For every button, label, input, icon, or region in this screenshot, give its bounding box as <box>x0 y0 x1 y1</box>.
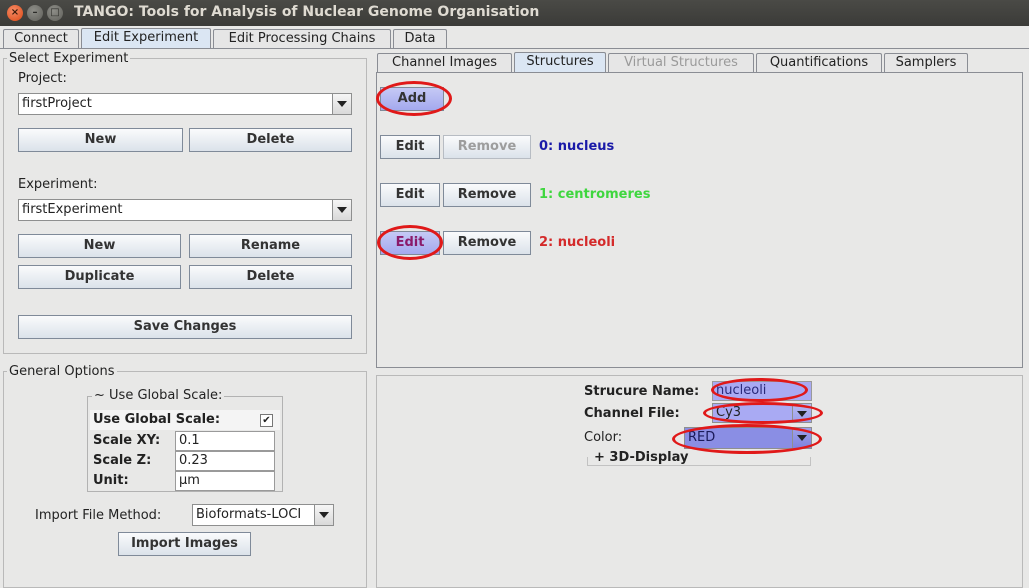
3d-display-toggle[interactable]: + 3D-Display <box>592 450 691 465</box>
color-value: RED <box>688 430 716 445</box>
use-global-scale-checkbox[interactable]: ✔ <box>260 414 273 427</box>
structure-1-label: 1: centromeres <box>539 187 651 202</box>
tab-edit-experiment[interactable]: Edit Experiment <box>81 28 211 49</box>
remove-structure-0-button[interactable]: Remove <box>443 135 531 159</box>
delete-project-button[interactable]: Delete <box>189 128 352 152</box>
tab-quantifications[interactable]: Quantifications <box>756 53 882 73</box>
import-images-button[interactable]: Import Images <box>118 532 251 556</box>
save-changes-button[interactable]: Save Changes <box>18 315 352 339</box>
structure-editor-panel <box>376 375 1023 588</box>
title-bar: × – □ TANGO: Tools for Analysis of Nucle… <box>0 0 1029 26</box>
tab-structures[interactable]: Structures <box>514 52 606 73</box>
new-project-button[interactable]: New <box>18 128 183 152</box>
scale-z-label: Scale Z: <box>93 453 152 468</box>
tab-virtual-structures[interactable]: Virtual Structures <box>608 53 754 73</box>
chevron-down-icon[interactable] <box>332 94 351 114</box>
tab-channel-images[interactable]: Channel Images <box>377 53 512 73</box>
channel-file-label: Channel File: <box>584 406 680 421</box>
experiment-combo[interactable]: firstExperiment <box>18 199 352 221</box>
project-value: firstProject <box>22 96 92 111</box>
remove-structure-1-button[interactable]: Remove <box>443 183 531 207</box>
add-structure-button[interactable]: Add <box>380 87 444 111</box>
structure-0-label: 0: nucleus <box>539 139 615 154</box>
structure-2-label: 2: nucleoli <box>539 235 616 250</box>
import-file-method-value: Bioformats-LOCI <box>196 507 302 522</box>
edit-structure-2-button[interactable]: Edit <box>380 231 440 255</box>
color-label: Color: <box>584 430 623 445</box>
rename-experiment-button[interactable]: Rename <box>189 234 352 258</box>
new-experiment-button[interactable]: New <box>18 234 181 258</box>
delete-experiment-button[interactable]: Delete <box>189 265 352 289</box>
maximize-window-icon[interactable]: □ <box>47 5 63 21</box>
close-window-icon[interactable]: × <box>7 5 23 21</box>
tab-edit-processing-chains[interactable]: Edit Processing Chains <box>213 29 391 49</box>
tab-connect[interactable]: Connect <box>3 29 79 49</box>
structures-panel <box>376 72 1023 368</box>
import-file-method-label: Import File Method: <box>35 508 162 523</box>
unit-field[interactable]: µm <box>175 471 275 491</box>
project-label: Project: <box>18 71 67 86</box>
color-combo[interactable]: RED <box>684 427 812 449</box>
edit-structure-1-button[interactable]: Edit <box>380 183 440 207</box>
general-options-title: General Options <box>7 364 117 379</box>
structure-name-label: Strucure Name: <box>584 384 700 399</box>
chevron-down-icon[interactable] <box>332 200 351 220</box>
remove-structure-2-button[interactable]: Remove <box>443 231 531 255</box>
import-file-method-combo[interactable]: Bioformats-LOCI <box>192 504 334 526</box>
scale-z-field[interactable]: 0.23 <box>175 451 275 471</box>
edit-structure-0-button[interactable]: Edit <box>380 135 440 159</box>
select-experiment-title: Select Experiment <box>7 51 131 66</box>
use-global-scale-label: Use Global Scale: <box>93 412 221 427</box>
experiment-label: Experiment: <box>18 177 98 192</box>
unit-label: Unit: <box>93 473 129 488</box>
project-combo[interactable]: firstProject <box>18 93 352 115</box>
duplicate-experiment-button[interactable]: Duplicate <box>18 265 181 289</box>
chevron-down-icon[interactable] <box>792 404 811 422</box>
scale-xy-label: Scale XY: <box>93 433 161 448</box>
tab-data[interactable]: Data <box>393 29 447 49</box>
scale-xy-field[interactable]: 0.1 <box>175 431 275 451</box>
experiment-value: firstExperiment <box>22 202 123 217</box>
tab-divider <box>0 48 1029 49</box>
structure-name-field[interactable]: nucleoli <box>712 381 812 401</box>
chevron-down-icon[interactable] <box>792 428 811 448</box>
window-title: TANGO: Tools for Analysis of Nuclear Gen… <box>74 4 540 20</box>
chevron-down-icon[interactable] <box>314 505 333 525</box>
channel-file-value: Cy3 <box>716 405 742 420</box>
tab-samplers[interactable]: Samplers <box>884 53 968 73</box>
channel-file-combo[interactable]: Cy3 <box>712 403 812 423</box>
minimize-window-icon[interactable]: – <box>27 5 43 21</box>
global-scale-group-title: ~ Use Global Scale: <box>92 388 225 403</box>
